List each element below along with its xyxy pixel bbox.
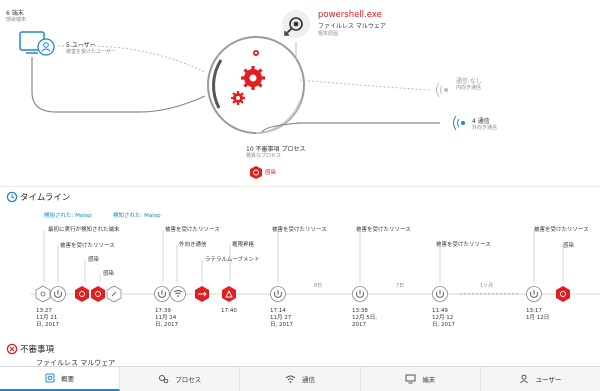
root-process-type: ファイルレス マルウェア: [318, 23, 386, 30]
lateral-movement-event-icon[interactable]: [195, 286, 209, 302]
timeline-date: 11:49 12月 12 日, 2017: [432, 308, 455, 328]
tab-label: ユーザー: [535, 376, 562, 384]
timeline-event-icon[interactable]: [432, 286, 448, 302]
root-cause-icon: [282, 10, 310, 38]
bottom-tab-bar: 概要 プロセス 通信 端末 ユーザー: [0, 366, 600, 391]
tab-communications[interactable]: 通信: [240, 367, 361, 391]
timeline-date: 13:38 12月 5日, 2017: [352, 308, 377, 328]
timeline-event-icon[interactable]: [106, 285, 122, 303]
no-comm-sub: 内向き通信: [456, 85, 482, 91]
monitor-user-icon: [19, 31, 55, 56]
timeline-event-icon[interactable]: [154, 286, 170, 302]
tab-label: 概要: [61, 375, 75, 383]
root-process-name[interactable]: powershell.exe: [318, 10, 382, 20]
timeline-event-icon[interactable]: [35, 285, 51, 303]
tab-label: 端末: [422, 376, 436, 384]
wifi-inbound-icon: [436, 82, 448, 98]
timeline-event-icon[interactable]: [526, 286, 542, 302]
gap-label: 8日: [314, 283, 323, 289]
timeline-event-icon[interactable]: [50, 286, 66, 302]
timeline-track: [30, 230, 600, 303]
gap-label: 7日: [396, 283, 405, 289]
endpoint-sub: 感染端末: [6, 17, 27, 23]
wifi-icon: [285, 375, 296, 383]
timeline-date: 13:27 11月 21 日, 2017: [36, 308, 59, 328]
attack-diagram: 6 端末 感染端末 5 ユーザー 被害を受けたユーザー powershell.e…: [0, 0, 600, 185]
wifi-outbound-icon: [453, 115, 465, 131]
tab-label: プロセス: [175, 376, 202, 384]
infection-label: 感染: [265, 170, 277, 176]
user-icon: [520, 374, 529, 384]
timeline-event-icon[interactable]: [352, 286, 368, 302]
comm-sub: 外向き通信: [472, 125, 498, 131]
infection-event-icon[interactable]: [556, 286, 570, 302]
gap-label: 1ヶ月: [480, 283, 494, 289]
infection-event-icon[interactable]: [75, 286, 89, 302]
root-process-sub: 根本原因: [318, 31, 339, 37]
infection-icon: [250, 166, 262, 179]
wifi-event-icon[interactable]: [170, 286, 186, 302]
tab-processes[interactable]: プロセス: [120, 367, 241, 391]
timeline-date: 17:39 11月 24 日, 2017: [155, 308, 178, 328]
users-sub: 被害を受けたユーザー: [66, 49, 116, 55]
timeline-date: 17:40: [221, 308, 237, 314]
timeline-date: 17:14 11月 27 日, 2017: [270, 308, 293, 328]
timeline-date: 13:17 1月 12日: [526, 308, 550, 321]
suspicious-section-title: 不審事項: [20, 345, 55, 355]
infection-event-icon[interactable]: [91, 286, 105, 302]
gears-icon: [159, 375, 169, 384]
monitor-icon: [405, 374, 416, 384]
tab-users[interactable]: ユーザー: [481, 367, 600, 391]
gear-icon: [45, 373, 55, 383]
privilege-escalation-event-icon[interactable]: [222, 286, 236, 302]
attack-diagram-lines: [19, 10, 465, 179]
tab-label: 通信: [302, 376, 315, 384]
suspicious-sub: 悪質なプロセス: [246, 153, 282, 159]
alert-icon: [6, 343, 18, 355]
tab-overview[interactable]: 概要: [0, 367, 121, 391]
timeline-event-icon[interactable]: [270, 286, 286, 302]
divider: [0, 186, 600, 187]
tab-machines[interactable]: 端末: [361, 367, 481, 391]
